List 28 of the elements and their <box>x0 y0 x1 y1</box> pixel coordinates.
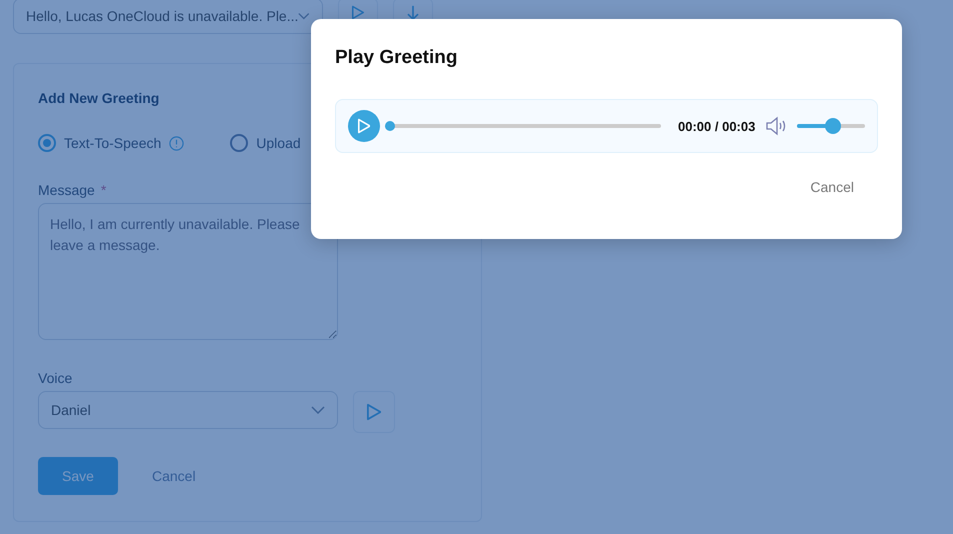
save-button[interactable]: Save <box>38 457 118 495</box>
cancel-button[interactable]: Cancel <box>810 179 854 195</box>
dialog-title: Play Greeting <box>335 47 458 69</box>
voice-label: Voice <box>38 370 72 386</box>
play-icon <box>358 118 370 134</box>
required-mark: * <box>100 182 106 198</box>
message-field[interactable]: Hello, I am currently unavailable. Please leave a message. <box>38 203 338 340</box>
radio-button[interactable] <box>38 134 56 152</box>
greeting-select[interactable]: Hello, Lucas OneCloud is unavailable. Ple... <box>13 0 323 34</box>
radio-label: Upload <box>256 135 301 151</box>
preview-button[interactable] <box>353 391 395 433</box>
download-icon <box>407 5 419 20</box>
play-icon <box>366 403 382 421</box>
info-icon <box>169 136 184 150</box>
play-icon <box>352 5 364 20</box>
progress-thumb[interactable] <box>385 121 395 131</box>
time-display: 00:00 / 00:03 <box>678 118 756 134</box>
chevron-down-icon <box>311 406 325 414</box>
radio-label: Text-To-Speech <box>64 135 162 151</box>
volume-thumb[interactable] <box>824 118 841 134</box>
radio-button[interactable] <box>230 134 248 152</box>
play-button[interactable] <box>348 110 380 142</box>
volume-icon[interactable] <box>765 116 788 136</box>
message-label: Message <box>38 182 95 198</box>
voice-select[interactable]: Daniel <box>38 391 338 429</box>
cancel-button[interactable]: Cancel <box>152 468 196 484</box>
card-title: Add New Greeting <box>38 90 160 106</box>
chevron-down-icon <box>298 12 310 20</box>
